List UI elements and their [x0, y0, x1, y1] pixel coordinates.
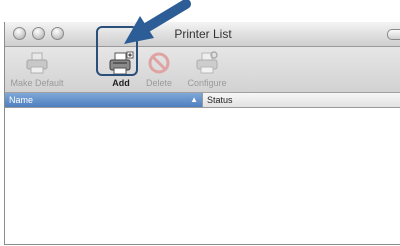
toolbar-toggle-button[interactable] [387, 29, 400, 40]
make-default-label: Make Default [10, 78, 64, 88]
name-column-label: Name [9, 95, 34, 105]
printer-add-icon [109, 51, 134, 75]
printer-list-window: Printer List Make Default Add Delete Con… [4, 22, 400, 245]
delete-icon [148, 52, 170, 74]
name-column-header[interactable]: Name ▲ [5, 93, 202, 107]
printer-list[interactable] [5, 108, 400, 244]
delete-button[interactable]: Delete [143, 47, 175, 92]
make-default-button[interactable]: Make Default [7, 47, 67, 92]
list-header: Name ▲ Status [5, 93, 400, 108]
toolbar: Make Default Add Delete Configure [5, 47, 400, 93]
configure-button[interactable]: Configure [181, 47, 233, 92]
window-title: Printer List [174, 27, 232, 41]
printer-configure-icon [196, 51, 218, 74]
add-label: Add [112, 78, 130, 88]
status-column-header[interactable]: Status [202, 93, 400, 107]
title-bar[interactable]: Printer List [5, 22, 400, 47]
configure-label: Configure [187, 78, 227, 88]
callout-arrow-icon [124, 0, 191, 44]
printer-default-icon [26, 52, 48, 74]
add-printer-button[interactable]: Add [101, 47, 141, 92]
status-column-label: Status [207, 95, 233, 105]
delete-label: Delete [145, 78, 172, 88]
sort-ascending-icon: ▲ [190, 95, 198, 104]
